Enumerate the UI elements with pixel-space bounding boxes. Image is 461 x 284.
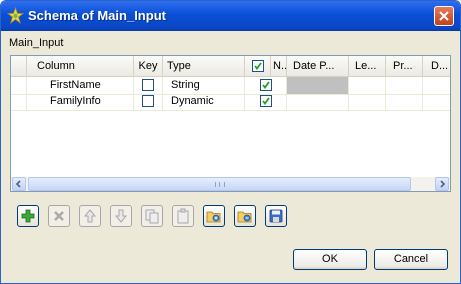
header-type[interactable]: Type — [163, 56, 245, 76]
key-checkbox[interactable] — [142, 79, 154, 91]
cell-precision[interactable] — [386, 77, 423, 94]
cell-key[interactable] — [134, 77, 163, 94]
header-nullable[interactable]: N... — [271, 56, 287, 76]
cell-default[interactable] — [423, 77, 450, 94]
header-key[interactable]: Key — [134, 56, 163, 76]
cell-nullable[interactable] — [245, 77, 287, 94]
cell-length[interactable] — [349, 93, 386, 110]
check-icon — [262, 97, 270, 105]
header-nullable-toggle[interactable] — [245, 56, 271, 76]
remove-button[interactable] — [48, 205, 70, 227]
check-icon — [254, 62, 262, 70]
cell-key[interactable] — [134, 93, 163, 110]
close-button[interactable] — [434, 6, 454, 26]
table-row[interactable]: FamilyInfo Dynamic — [11, 93, 450, 111]
arrow-down-icon — [114, 209, 128, 223]
header-precision[interactable]: Pr... — [386, 56, 423, 76]
cell-date-pattern[interactable] — [287, 77, 349, 94]
chevron-left-icon — [15, 180, 21, 188]
horizontal-scrollbar[interactable] — [11, 177, 450, 191]
ok-button[interactable]: OK — [293, 249, 367, 270]
nullable-checkbox[interactable] — [260, 79, 272, 91]
folder-export-icon — [237, 211, 252, 223]
header-default[interactable]: D... — [423, 56, 450, 76]
scroll-left-button[interactable] — [12, 177, 26, 191]
close-icon — [439, 11, 449, 21]
cell-column[interactable]: FamilyInfo — [27, 93, 134, 110]
cell-type[interactable]: Dynamic — [163, 93, 245, 110]
import-button[interactable] — [203, 205, 225, 227]
header-date-pattern[interactable]: Date P... — [287, 56, 349, 76]
schema-dialog: Schema of Main_Input Main_Input Column K… — [0, 0, 461, 284]
nullable-checkbox[interactable] — [260, 95, 272, 107]
table-header: Column Key Type N... Date P... Le... Pr.… — [11, 56, 450, 77]
chevron-right-icon — [440, 180, 446, 188]
row-selector[interactable] — [11, 93, 27, 110]
grip-icon — [215, 182, 225, 187]
plus-icon — [21, 209, 35, 223]
key-checkbox[interactable] — [142, 95, 154, 107]
x-icon — [54, 211, 64, 221]
move-down-button[interactable] — [110, 205, 132, 227]
header-nullable-checkbox[interactable] — [252, 60, 264, 72]
check-icon — [262, 81, 270, 89]
header-column[interactable]: Column — [27, 56, 134, 76]
arrow-up-icon — [83, 209, 97, 223]
cell-precision[interactable] — [386, 93, 423, 110]
folder-import-icon — [206, 211, 221, 223]
talend-star-icon — [7, 7, 24, 24]
cell-date-pattern[interactable] — [287, 93, 349, 110]
cancel-button[interactable]: Cancel — [374, 249, 448, 270]
cell-nullable[interactable] — [245, 93, 287, 110]
disk-save-icon — [269, 209, 283, 223]
row-selector-header — [11, 56, 27, 76]
scroll-right-button[interactable] — [435, 177, 449, 191]
window-title: Schema of Main_Input — [28, 8, 166, 23]
export-button[interactable] — [234, 205, 256, 227]
row-selector[interactable] — [11, 77, 27, 94]
cell-type[interactable]: String — [163, 77, 245, 94]
cell-column[interactable]: FirstName — [27, 77, 134, 94]
scroll-thumb[interactable] — [28, 177, 411, 191]
header-length[interactable]: Le... — [349, 56, 386, 76]
copy-button[interactable] — [141, 205, 163, 227]
copy-icon — [145, 209, 159, 224]
title-bar[interactable]: Schema of Main_Input — [1, 1, 460, 31]
save-button[interactable] — [265, 205, 287, 227]
group-label: Main_Input — [9, 37, 64, 49]
paste-icon — [177, 208, 189, 224]
add-button[interactable] — [17, 205, 39, 227]
paste-button[interactable] — [172, 205, 194, 227]
cell-length[interactable] — [349, 77, 386, 94]
cell-default[interactable] — [423, 93, 450, 110]
move-up-button[interactable] — [79, 205, 101, 227]
schema-table[interactable]: Column Key Type N... Date P... Le... Pr.… — [10, 55, 451, 192]
